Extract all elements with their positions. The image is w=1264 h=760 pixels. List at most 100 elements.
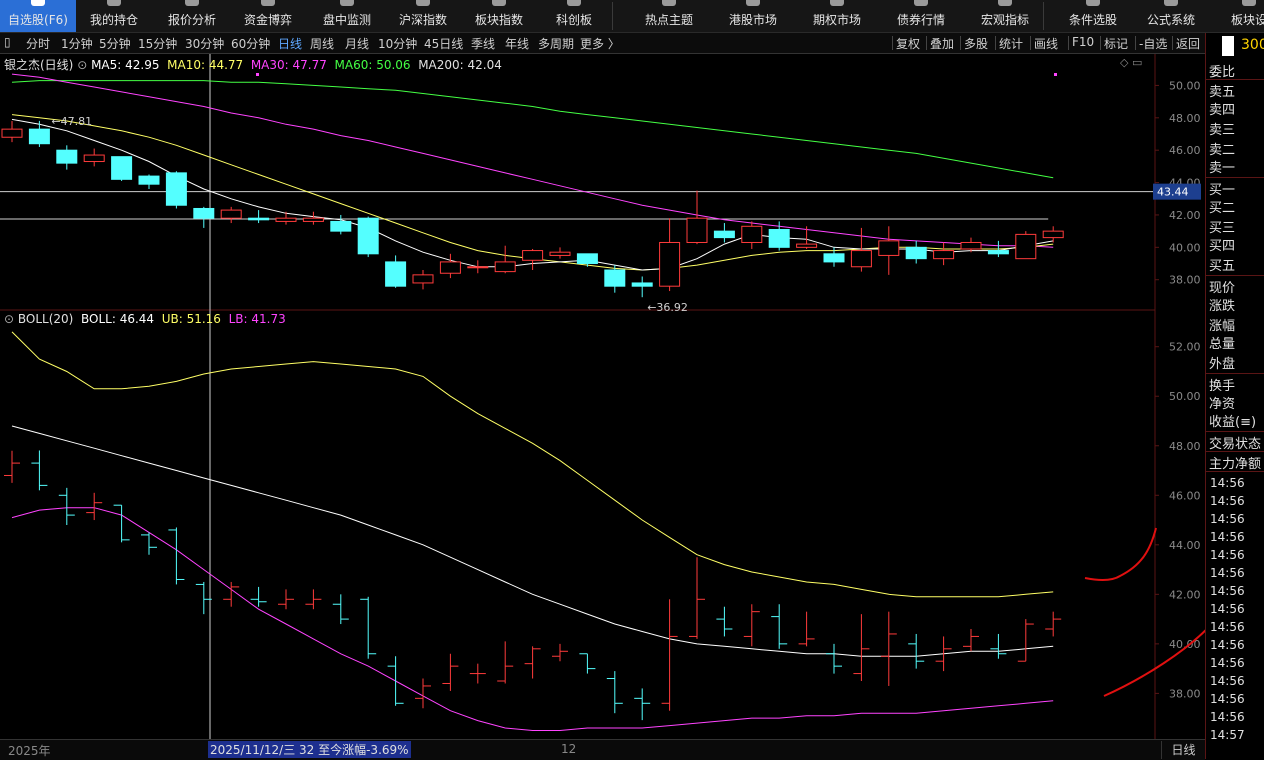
trade-time-8: 14:56 xyxy=(1210,620,1245,634)
quote-field-8: 买三 xyxy=(1209,221,1236,236)
main-ytick-label-6: 50.00 xyxy=(1169,79,1201,92)
quote-field-14: 总量 xyxy=(1209,337,1236,352)
candle-body-0 xyxy=(1,128,23,138)
candle-body-7 xyxy=(193,207,215,219)
candle-body-4 xyxy=(111,156,133,180)
trade-time-10: 14:56 xyxy=(1210,656,1245,670)
boll-ytick-label-0: 38.00 xyxy=(1169,687,1201,700)
trade-time-6: 14:56 xyxy=(1210,584,1245,598)
boll-legend: ⊙ BOLL(20) BOLL: 46.44 UB: 51.16 LB: 41.… xyxy=(4,312,286,326)
trade-time-14: 14:57 xyxy=(1210,728,1245,742)
stock-name: 银之杰(日线) xyxy=(4,58,74,72)
trade-time-12: 14:56 xyxy=(1210,692,1245,706)
legend-toggle-icon[interactable]: ⊙ xyxy=(4,312,18,326)
nav-item-15[interactable]: 板块设 xyxy=(1211,0,1264,32)
candle-body-3 xyxy=(83,154,105,163)
low-price-label: ←36.92 xyxy=(647,301,688,314)
quote-field-7: 买二 xyxy=(1209,201,1236,216)
candle-body-13 xyxy=(357,217,379,255)
candle-body-21 xyxy=(576,253,598,265)
boll-ytick-label-2: 42.00 xyxy=(1169,588,1201,601)
year-label: 2025年 xyxy=(8,744,51,758)
candle-body-23 xyxy=(631,282,653,287)
quote-field-13: 涨幅 xyxy=(1209,319,1236,334)
quote-field-15: 外盘 xyxy=(1209,357,1236,372)
trade-time-9: 14:56 xyxy=(1210,638,1245,652)
quote-divider xyxy=(1206,471,1264,472)
stock-chart[interactable]: 38.00 40.00 42.00 44.00 46.00 48.00 50.00 38.00… xyxy=(0,0,1205,739)
boll-mid-legend: BOLL: 46.44 xyxy=(81,312,155,326)
price-label: 43.44 xyxy=(1157,186,1189,199)
quote-field-16: 换手 xyxy=(1209,379,1236,394)
quote-field-2: 卖四 xyxy=(1209,103,1236,118)
candle-body-14 xyxy=(385,261,407,287)
ma5-legend: MA5: 42.95 xyxy=(91,58,160,72)
candle-body-38 xyxy=(1042,230,1064,239)
quote-divider xyxy=(1206,373,1264,374)
candle-body-15 xyxy=(412,274,434,284)
ma60-legend: MA60: 50.06 xyxy=(334,58,411,72)
quote-divider xyxy=(1206,177,1264,178)
trade-time-1: 14:56 xyxy=(1210,494,1245,508)
legend-toggle-icon[interactable]: ⊙ xyxy=(77,58,91,72)
chart-option-icons[interactable]: ◇ ▭ xyxy=(1120,56,1142,69)
boll-ytick-label-7: 52.00 xyxy=(1169,341,1201,354)
candle-body-32 xyxy=(878,240,900,256)
candle-body-20 xyxy=(549,251,571,256)
boll-lb-legend: LB: 41.73 xyxy=(228,312,286,326)
boll-lb-line xyxy=(11,507,1054,731)
cursor-date-label: 2025/11/12/三 32 至今涨幅-3.69% xyxy=(208,741,411,758)
main-ytick-label-4: 46.00 xyxy=(1169,144,1201,157)
quote-field-17: 净资 xyxy=(1209,397,1236,412)
period-label[interactable]: 日线 xyxy=(1161,741,1205,759)
trade-time-0: 14:56 xyxy=(1210,476,1245,490)
candle-body-28 xyxy=(768,229,790,248)
quote-field-5: 卖一 xyxy=(1209,161,1236,176)
main-legend: 银之杰(日线) ⊙ MA5: 42.95 MA10: 44.77 MA30: 4… xyxy=(4,56,502,73)
trade-time-4: 14:56 xyxy=(1210,548,1245,562)
candle-body-29 xyxy=(796,243,818,248)
candle-body-24 xyxy=(659,241,681,287)
signal-marker xyxy=(256,73,259,76)
ma60-line xyxy=(11,80,1054,179)
candle-body-1 xyxy=(28,128,50,145)
date-bar: 2025年 2025/11/12/三 32 至今涨幅-3.69% 12 xyxy=(0,739,1205,760)
annotation-stroke-1 xyxy=(1084,527,1157,582)
quote-field-1: 卖五 xyxy=(1209,85,1236,100)
boll-name: BOLL(20) xyxy=(17,312,74,326)
market-logo-text: 300 xyxy=(1241,37,1264,53)
month-label: 12 xyxy=(561,742,577,756)
quote-field-9: 买四 xyxy=(1209,239,1236,254)
main-ytick-label-1: 40.00 xyxy=(1169,241,1201,254)
candle-body-11 xyxy=(302,217,324,222)
boll-ub-legend: UB: 51.16 xyxy=(161,312,221,326)
quote-field-12: 涨跌 xyxy=(1209,299,1236,314)
main-ytick-label-0: 38.00 xyxy=(1169,274,1201,287)
market-logo-icon xyxy=(1222,36,1234,56)
candle-body-2 xyxy=(56,149,78,164)
quote-field-4: 卖二 xyxy=(1209,143,1236,158)
trade-time-13: 14:56 xyxy=(1210,710,1245,724)
quote-field-6: 买一 xyxy=(1209,183,1236,198)
boll-ub-line xyxy=(11,331,1054,598)
candle-body-9 xyxy=(248,217,270,221)
candle-body-31 xyxy=(850,250,872,268)
nav-icon xyxy=(1242,0,1256,6)
candle-body-22 xyxy=(604,269,626,287)
boll-ytick-label-5: 48.00 xyxy=(1169,440,1201,453)
candle-body-6 xyxy=(165,172,187,206)
main-ytick-label-2: 42.00 xyxy=(1169,209,1201,222)
candle-body-27 xyxy=(741,225,763,243)
high-price-label: ←47.81 xyxy=(51,115,92,128)
quote-field-3: 卖三 xyxy=(1209,123,1236,138)
candle-body-12 xyxy=(330,220,352,232)
candle-body-18 xyxy=(494,261,516,273)
ma30-legend: MA30: 47.77 xyxy=(250,58,327,72)
boll-ytick-label-6: 50.00 xyxy=(1169,390,1201,403)
quote-divider xyxy=(1206,431,1264,432)
candle-body-19 xyxy=(522,250,544,261)
quote-panel: 委比 卖五 卖四 卖三 卖二 卖一 买一 买二 买三 买四 买五 现价 涨跌 涨幅 总量 外盘 换手 净资 收益(≡… xyxy=(1205,33,1264,759)
quote-field-18: 收益(≡) xyxy=(1209,415,1257,430)
candle-body-5 xyxy=(138,175,160,185)
candle-body-8 xyxy=(220,209,242,219)
